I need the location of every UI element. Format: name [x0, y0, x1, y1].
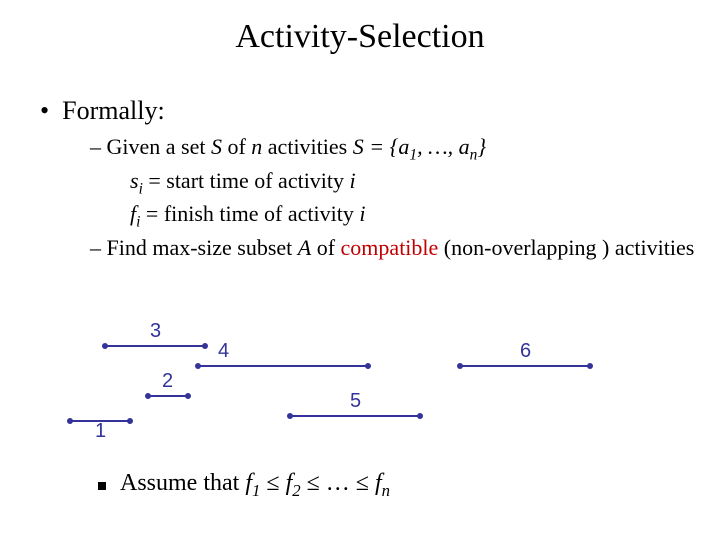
start-text: = start time of activity	[143, 168, 350, 193]
formally-text: Formally:	[62, 96, 165, 125]
given-S: S	[211, 134, 222, 159]
find-A: A	[298, 235, 311, 260]
given-sub1: 1	[409, 146, 417, 163]
slide-title: Activity-Selection	[0, 0, 720, 56]
label-4: 4	[218, 340, 229, 363]
line-given: – Given a set S of n activities S = {a1,…	[90, 134, 700, 164]
given-close: }	[477, 134, 486, 159]
label-3: 3	[150, 320, 161, 343]
given-S2: S	[353, 134, 364, 159]
given-an: a	[459, 134, 470, 159]
label-5: 5	[350, 390, 361, 413]
assume-f1: f	[245, 470, 252, 496]
assume-dots: …	[326, 470, 356, 496]
assume-line: Assume that f1 ≤ f2 ≤ … ≤ fn	[120, 470, 390, 501]
given-activities: activities	[262, 134, 352, 159]
segment-3	[105, 345, 205, 347]
segment-4	[198, 365, 368, 367]
compatible-word: compatible	[341, 235, 439, 260]
find-of: of	[311, 235, 340, 260]
activity-diagram: 1 2 3 4 5 6	[70, 320, 630, 460]
assume-leq2: ≤	[301, 470, 326, 496]
given-a1: a	[398, 134, 409, 159]
label-1: 1	[95, 420, 106, 443]
si-s: s	[130, 168, 139, 193]
label-2: 2	[162, 370, 173, 393]
finish-i: i	[359, 201, 365, 226]
segment-2	[148, 395, 188, 397]
given-dots: , …,	[417, 134, 459, 159]
line-si: si = start time of activity i	[130, 168, 700, 198]
find-prefix: – Find max-size subset	[90, 235, 298, 260]
bullet-formally: • Formally:	[40, 96, 700, 126]
finish-text: = finish time of activity	[140, 201, 359, 226]
assume-fn: f	[375, 470, 382, 496]
assume-leq3: ≤	[356, 470, 375, 496]
segment-5	[290, 415, 420, 417]
given-n: n	[251, 134, 262, 159]
assume-leq1: ≤	[260, 470, 285, 496]
find-rest: (non-overlapping ) activities	[438, 235, 694, 260]
segment-6	[460, 365, 590, 367]
assume-prefix: Assume that	[120, 470, 245, 496]
assume-subn: n	[382, 481, 390, 500]
given-eq: = {	[364, 134, 399, 159]
slide: Activity-Selection • Formally: – Given a…	[0, 0, 720, 540]
start-i: i	[350, 168, 356, 193]
label-6: 6	[520, 340, 531, 363]
line-fi: fi = finish time of activity i	[130, 201, 700, 231]
given-prefix: – Given a set	[90, 134, 211, 159]
line-find: – Find max-size subset A of compatible (…	[90, 235, 700, 261]
assume-sub2: 2	[292, 481, 300, 500]
slide-body: • Formally: – Given a set S of n activit…	[0, 56, 720, 261]
square-bullet-icon	[98, 482, 106, 490]
given-of1: of	[222, 134, 251, 159]
